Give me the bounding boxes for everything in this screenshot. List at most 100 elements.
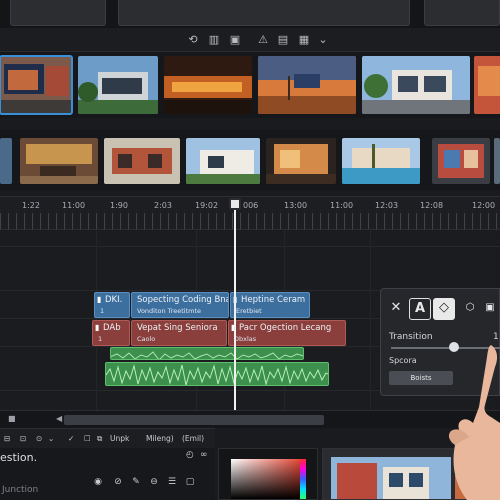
timeline-scrollbar[interactable]: ■ ◀ xyxy=(0,410,500,428)
hue-slider[interactable] xyxy=(300,459,306,499)
warning-icon[interactable]: ⚠ xyxy=(256,33,270,47)
storyboard-icon[interactable]: ▦ xyxy=(297,33,311,47)
preview-thumbnail[interactable] xyxy=(424,0,500,26)
ruler-tick-label: 2:03 xyxy=(154,201,172,210)
ruler-tick-label: 12:08 xyxy=(420,201,444,210)
transition-label: Transition xyxy=(389,332,433,342)
media-thumbnail[interactable] xyxy=(266,138,336,184)
layout-icon[interactable]: ▣ xyxy=(479,298,500,320)
media-thumbnail[interactable] xyxy=(432,138,490,184)
link-icon[interactable]: ⊘ xyxy=(112,476,124,488)
question-panel: estion. ◴ ∞ ◉ ⊘ ✎ ⊖ ☰ ▢ Junction xyxy=(0,448,215,500)
ruler-ticks xyxy=(0,213,500,229)
grid-line xyxy=(370,230,371,410)
chevron-down-icon[interactable]: ⌄ xyxy=(316,33,330,47)
square-icon[interactable]: ☐ xyxy=(84,434,91,443)
clip-subtitle: 1 xyxy=(98,335,103,343)
clip-subtitle: Eretbiet xyxy=(236,307,262,315)
media-thumbnail[interactable] xyxy=(104,138,180,184)
text-tool-icon[interactable]: A xyxy=(409,298,431,320)
media-thumbnail[interactable] xyxy=(494,138,500,184)
top-preview-strip xyxy=(0,0,500,28)
media-bin-row xyxy=(0,52,500,118)
target-icon[interactable]: ⊙ xyxy=(36,434,42,443)
effect-clip[interactable]: ▮ DAb 1 xyxy=(92,320,130,346)
media-thumbnail[interactable] xyxy=(20,138,98,184)
close-icon[interactable]: ✕ xyxy=(385,298,407,320)
color-picker[interactable] xyxy=(218,448,318,500)
audio-clip[interactable] xyxy=(110,347,304,360)
record-icon[interactable]: ◉ xyxy=(92,476,104,488)
copy-icon[interactable]: ⧉ xyxy=(97,434,102,444)
effect-clip[interactable]: Vepat Sing Seniora Caolo xyxy=(131,320,227,346)
media-thumbnail[interactable] xyxy=(78,56,158,114)
clip-title: Heptine Ceram xyxy=(241,295,306,305)
scroll-left-icon[interactable]: ■ xyxy=(8,414,16,423)
clip-title: Vepat Sing Seniora xyxy=(137,323,218,333)
audio-clip[interactable] xyxy=(105,362,329,386)
loop-icon[interactable]: ⟲ xyxy=(186,33,200,47)
ruler-tick-label: 19:02 xyxy=(195,201,219,210)
title-clip[interactable]: ▮ DKI. 1 xyxy=(94,292,130,318)
caption-icon[interactable]: ▤ xyxy=(276,33,290,47)
list-icon[interactable]: ⊡ xyxy=(20,434,26,443)
mileng-button[interactable]: Mileng) xyxy=(146,434,174,443)
effect-clip[interactable]: ▮ Pacr Ogection Lecang Dbxlas xyxy=(228,320,346,346)
clip-subtitle: 1 xyxy=(100,307,105,315)
media-toolbar: ⟲ ▥ ▣ ⚠ ▤ ▦ ⌄ xyxy=(0,28,500,52)
ruler-tick-label: 11:00 xyxy=(62,201,86,210)
scrollbar-thumb[interactable] xyxy=(64,415,324,425)
ruler-tick-label: 11:00 xyxy=(330,201,354,210)
keyframe-diamond-icon[interactable]: ◇ xyxy=(433,298,455,320)
playhead[interactable] xyxy=(234,198,236,410)
unpk-button[interactable]: Unpk xyxy=(110,434,129,443)
chevron-down-icon[interactable]: ⌄ xyxy=(48,434,54,443)
media-thumbnail[interactable] xyxy=(362,56,470,114)
ruler-tick-label: 006 xyxy=(243,201,259,210)
snapshot-icon[interactable]: ▣ xyxy=(228,33,242,47)
ruler-tick-label: 12:00 xyxy=(472,201,496,210)
color-gradient[interactable] xyxy=(231,459,305,499)
watermark-logo: Junction xyxy=(2,485,39,495)
media-thumbnail[interactable] xyxy=(164,56,252,114)
keyframe-nav-icon[interactable]: ⬡ xyxy=(459,298,481,320)
playhead-handle[interactable] xyxy=(229,198,241,210)
clip-subtitle: Caolo xyxy=(137,335,156,343)
scroll-left-arrow-icon[interactable]: ◀ xyxy=(56,414,62,423)
section-label: Spcora xyxy=(389,356,417,365)
timer-icon[interactable]: ◴ xyxy=(186,450,194,460)
check-icon[interactable]: ✓ xyxy=(68,434,74,443)
transition-value: 1 xyxy=(493,332,499,342)
clip-subtitle: Dbxlas xyxy=(234,335,257,343)
media-bin-row xyxy=(0,130,500,190)
media-thumbnail[interactable] xyxy=(0,55,73,115)
more-icon[interactable]: ∞ xyxy=(200,450,208,460)
question-text: estion. xyxy=(0,451,38,464)
level-meter-icon[interactable]: ▥ xyxy=(207,33,221,47)
filter-icon[interactable]: ⊟ xyxy=(4,434,10,443)
track-divider xyxy=(0,246,500,247)
preview-thumbnail[interactable] xyxy=(118,0,410,26)
ruler-tick-label: 12:03 xyxy=(375,201,399,210)
audio-waveform xyxy=(111,351,303,359)
media-thumbnail[interactable] xyxy=(258,56,356,114)
adjust-icon[interactable]: ☰ xyxy=(166,476,178,488)
preview-thumbnail[interactable] xyxy=(10,0,106,26)
media-thumbnail[interactable] xyxy=(0,138,12,184)
effect-clip-icon: ▮ xyxy=(95,323,100,332)
media-thumbnail[interactable] xyxy=(342,138,420,184)
reset-button[interactable]: Boists xyxy=(389,371,453,385)
drop-icon[interactable]: ⊖ xyxy=(148,476,160,488)
title-clip[interactable]: Sopecting Coding Bnact Vonditon Treetitm… xyxy=(131,292,229,318)
brush-icon[interactable]: ✎ xyxy=(130,476,142,488)
email-button[interactable]: (Emil) xyxy=(182,434,204,443)
bottom-toolbar: ⊟ ⊡ ⊙ ⌄ ✓ ☐ ⧉ Unpk Mileng) (Emil) xyxy=(0,428,215,448)
ruler-tick-label: 1:90 xyxy=(110,201,128,210)
frame-icon[interactable]: ▢ xyxy=(184,476,196,488)
ruler-tick-label: 1:22 xyxy=(22,201,40,210)
media-thumbnail[interactable] xyxy=(186,138,260,184)
media-thumbnail[interactable] xyxy=(474,56,500,114)
timeline-ruler[interactable]: 1:22 11:00 1:90 2:03 19:02 006 13:00 11:… xyxy=(0,196,500,230)
text-clip-icon: ▮ xyxy=(97,295,102,304)
title-clip[interactable]: ▮ Heptine Ceram Eretbiet xyxy=(230,292,310,318)
